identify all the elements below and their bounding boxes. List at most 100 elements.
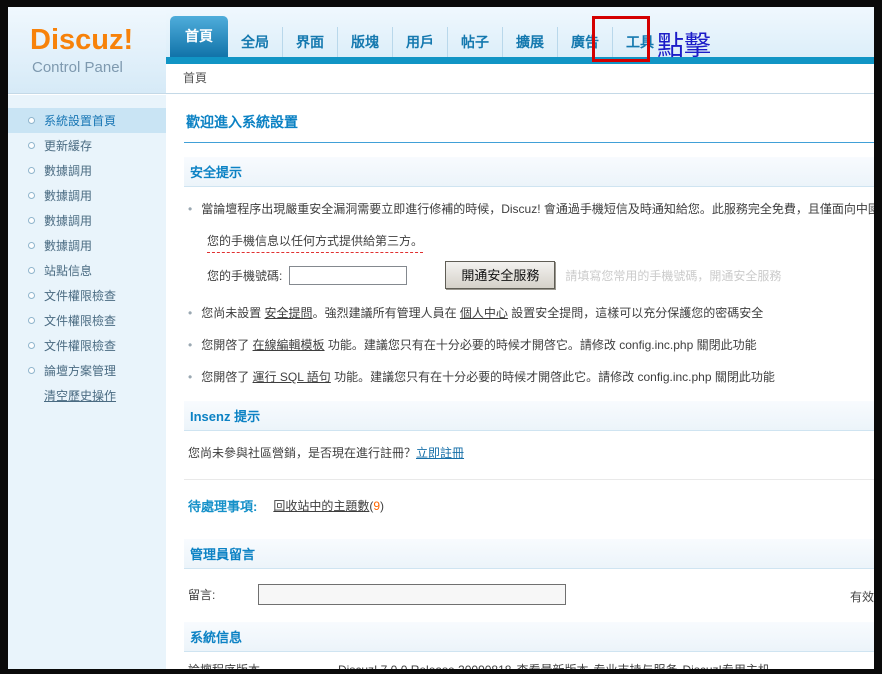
sysinfo-value: Discuz! 7.0.0 Release 20090818 查看最新版本专业支持… (338, 661, 770, 669)
sidebar-item-data-call-3[interactable]: 數據調用 (8, 208, 166, 233)
phone-input[interactable] (289, 266, 407, 285)
radio-dot-icon (28, 242, 35, 249)
security-notice-1: •當論壇程序出現嚴重安全漏洞需要立即進行修補的時候，Discuz! 會通過手機短… (188, 200, 874, 219)
tab-extensions[interactable]: 擴展 (502, 27, 557, 57)
tab-global[interactable]: 全局 (228, 27, 282, 57)
radio-dot-icon (28, 342, 35, 349)
notice-text: 。強烈建議所有管理人員在 (313, 306, 460, 320)
insenz-section-header: Insenz 提示 (184, 401, 874, 431)
validity-label: 有效期 (850, 588, 874, 605)
insenz-text: 您尚未參與社區營銷，是否現在進行註冊？ (188, 446, 416, 460)
tab-interface[interactable]: 界面 (282, 27, 337, 57)
radio-dot-icon (28, 267, 35, 274)
sidebar-item-label: 論壇方案管理 (44, 362, 116, 379)
notice-text: 功能。建議您只有在十分必要的時候才開啓它。請修改 config.inc.php … (325, 338, 757, 352)
radio-dot-icon (28, 367, 35, 374)
radio-dot-icon (28, 217, 35, 224)
security-notices: •當論壇程序出現嚴重安全漏洞需要立即進行修補的時候，Discuz! 會通過手機短… (188, 200, 874, 387)
tab-users[interactable]: 用戶 (392, 27, 447, 57)
sidebar-item-file-perm-1[interactable]: 文件權限檢查 (8, 283, 166, 308)
radio-dot-icon (28, 142, 35, 149)
sidebar: 系統設置首頁 更新緩存 數據調用 數據調用 數據調用 數據調用 站點信息 文件權… (8, 95, 166, 669)
message-input[interactable] (258, 584, 566, 605)
sidebar-item-system-home[interactable]: 系統設置首頁 (8, 108, 166, 133)
sidebar-item-label: 文件權限檢查 (44, 312, 116, 329)
register-now-link[interactable]: 立即註冊 (416, 446, 464, 460)
page-title: 歡迎進入系統設置 (184, 108, 874, 143)
security-notice-1-line2: 您的手機信息以任何方式提供給第三方。 (207, 232, 874, 253)
personal-center-link[interactable]: 個人中心 (460, 306, 508, 320)
version-text: Discuz! 7.0.0 Release 20090818 (338, 663, 511, 669)
sidebar-item-label: 數據調用 (44, 212, 92, 229)
tools-tab-highlight-box (592, 16, 650, 62)
notice-text: 設置安全提問，這樣可以充分保護您的密碼安全 (508, 306, 763, 320)
main-content: 歡迎進入系統設置 安全提示 •當論壇程序出現嚴重安全漏洞需要立即進行修補的時候，… (166, 95, 874, 669)
phone-row: 您的手機號碼: 開通安全服務 請填寫您常用的手機號碼，開通安全服務 (207, 261, 874, 289)
bullet-icon: • (188, 370, 192, 384)
admin-note-row: 留言: 有效期 (188, 584, 874, 605)
bullet-icon: • (188, 338, 192, 352)
breadcrumb: 首頁 (166, 64, 874, 93)
admin-panel-page: Discuz! Control Panel 首頁 全局 界面 版塊 用戶 帖子 … (8, 7, 874, 669)
sidebar-item-clear-history[interactable]: 清空歷史操作 (44, 387, 116, 404)
security-question-link[interactable]: 安全提問 (265, 306, 313, 320)
logo-subtitle: Control Panel (32, 59, 123, 76)
check-latest-version-link[interactable]: 查看最新版本 (516, 663, 588, 669)
security-notice-3: • 您開啓了 在線編輯模板 功能。建議您只有在十分必要的時候才開啓它。請修改 co… (188, 336, 874, 355)
screenshot-frame: Discuz! Control Panel 首頁 全局 界面 版塊 用戶 帖子 … (0, 0, 882, 674)
sidebar-item-site-info[interactable]: 站點信息 (8, 258, 166, 283)
divider (184, 479, 874, 480)
discuz-logo: Discuz! (30, 24, 133, 57)
sidebar-item-label: 文件權限檢查 (44, 287, 116, 304)
notice-text: 您開啓了 (201, 370, 252, 384)
open-security-service-button[interactable]: 開通安全服務 (445, 261, 555, 289)
sidebar-item-label: 系統設置首頁 (44, 112, 116, 129)
pending-count: 9 (373, 499, 380, 513)
phone-label: 您的手機號碼: (207, 267, 282, 284)
tab-bar: 首頁 全局 界面 版塊 用戶 帖子 擴展 廣告 工具 (166, 7, 874, 57)
sidebar-item-data-call-4[interactable]: 數據調用 (8, 233, 166, 258)
click-annotation: 點擊 (657, 24, 711, 63)
paren-close: ) (380, 499, 384, 513)
admin-note-section-header: 管理員留言 (184, 539, 874, 569)
insenz-text-row: 您尚未參與社區營銷，是否現在進行註冊？立即註冊 (188, 444, 874, 461)
radio-dot-icon (28, 192, 35, 199)
sidebar-item-label: 數據調用 (44, 187, 92, 204)
message-label: 留言: (188, 586, 258, 603)
phone-hint: 請填寫您常用的手機號碼，開通安全服務 (565, 267, 781, 284)
sidebar-item-label: 數據調用 (44, 162, 92, 179)
sidebar-item-file-perm-2[interactable]: 文件權限檢查 (8, 308, 166, 333)
tab-underline-bar (166, 57, 874, 64)
online-template-edit-link[interactable]: 在線編輯模板 (253, 338, 325, 352)
tab-home[interactable]: 首頁 (170, 16, 228, 57)
security-notice-2: • 您尚未設置 安全提問。強烈建議所有管理人員在 個人中心 設置安全提問，這樣可以… (188, 304, 874, 323)
sidebar-item-forum-scheme[interactable]: 論壇方案管理 (8, 358, 166, 383)
bullet-icon: • (188, 306, 192, 320)
notice-text-underlined: 您的手機信息以任何方式提供給第三方。 (207, 232, 423, 253)
radio-dot-icon (28, 167, 35, 174)
security-section-header: 安全提示 (184, 157, 874, 187)
header: Discuz! Control Panel 首頁 全局 界面 版塊 用戶 帖子 … (8, 7, 874, 94)
sysinfo-row-forum-version: 論壇程序版本 Discuz! 7.0.0 Release 20090818 查看最… (184, 652, 874, 669)
tab-forums[interactable]: 版塊 (337, 27, 392, 57)
sidebar-item-update-cache[interactable]: 更新緩存 (8, 133, 166, 158)
sysinfo-label: 論壇程序版本 (188, 661, 338, 669)
run-sql-link[interactable]: 運行 SQL 語句 (253, 370, 331, 384)
notice-text: 您開啓了 (201, 338, 252, 352)
sidebar-item-label: 站點信息 (44, 262, 92, 279)
pending-items-label: 待處理事項: (188, 496, 257, 515)
dedicated-host-link[interactable]: Discuz!专用主机 (682, 663, 769, 669)
sidebar-item-data-call-1[interactable]: 數據調用 (8, 158, 166, 183)
notice-text: 您尚未設置 (201, 306, 264, 320)
sidebar-item-label: 更新緩存 (44, 137, 92, 154)
logo-area: Discuz! Control Panel (8, 7, 166, 93)
sidebar-item-file-perm-3[interactable]: 文件權限檢查 (8, 333, 166, 358)
radio-dot-icon (28, 117, 35, 124)
radio-dot-icon (28, 317, 35, 324)
pro-support-link[interactable]: 专业支持与服务 (593, 663, 677, 669)
tab-posts[interactable]: 帖子 (447, 27, 502, 57)
recycle-bin-topics-link[interactable]: 回收站中的主題數 (273, 497, 369, 514)
sidebar-item-label: 數據調用 (44, 237, 92, 254)
security-notice-4: •您開啓了 運行 SQL 語句 功能。建議您只有在十分必要的時候才開啓此它。請修… (188, 368, 874, 387)
sidebar-item-data-call-2[interactable]: 數據調用 (8, 183, 166, 208)
